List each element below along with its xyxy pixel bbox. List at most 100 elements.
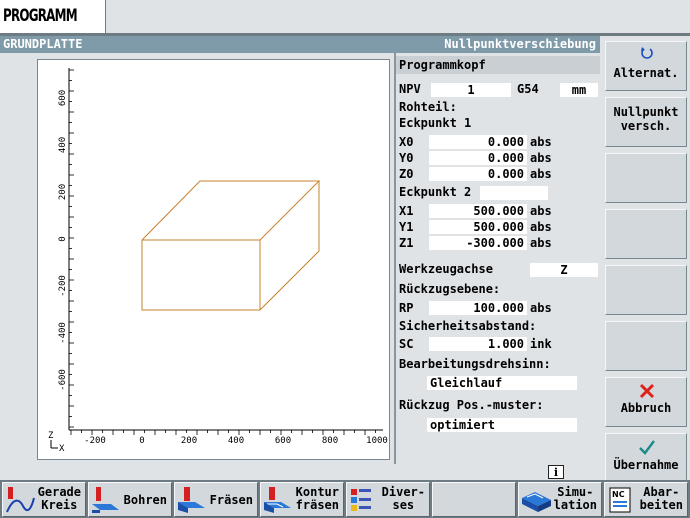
- y-tick-label: 400: [58, 137, 68, 153]
- x1-field[interactable]: 500.000: [429, 204, 527, 218]
- svg-text:NC: NC: [612, 490, 625, 499]
- npv-code: G54: [517, 82, 539, 96]
- line-arc-icon: [6, 487, 35, 513]
- y0-field[interactable]: 0.000: [429, 151, 527, 165]
- fraesen-button[interactable]: Fräsen: [174, 482, 258, 517]
- x-tick-label: 0: [139, 436, 144, 446]
- y-tick-label: 0: [58, 236, 68, 241]
- y0-label: Y0: [399, 151, 414, 165]
- box-front-face: [141, 239, 261, 311]
- x-tick-label: 1000: [366, 436, 388, 446]
- nc-program-icon: NC: [609, 487, 631, 513]
- sicherheitsabstand-label: Sicherheitsabstand:: [399, 319, 537, 333]
- checkmark-icon: [639, 440, 655, 455]
- abbruch-button[interactable]: Abbruch: [605, 377, 687, 427]
- info-icon[interactable]: i: [548, 465, 564, 479]
- uebernahme-button[interactable]: Übernahme: [605, 433, 687, 483]
- nullpunkt-button[interactable]: Nullpunkt versch.: [605, 97, 687, 147]
- dialog-title: Nullpunktverschiebung: [444, 37, 596, 51]
- x-tick-label: 800: [322, 436, 338, 446]
- softkey-empty-3[interactable]: [605, 153, 687, 203]
- x-ticks: -200 0 200 400 600 800 1000: [70, 430, 388, 446]
- y-tick-label: 600: [58, 90, 68, 106]
- bohren-button[interactable]: Bohren: [88, 482, 172, 517]
- mill-icon: [178, 487, 205, 513]
- workpiece-box: [141, 180, 321, 311]
- sc-mode[interactable]: ink: [530, 337, 552, 351]
- kontur-fraesen-button[interactable]: Kontur fräsen: [260, 482, 344, 517]
- y-tick-label: -400: [58, 322, 68, 344]
- drehsinn-field[interactable]: Gleichlauf: [427, 376, 577, 390]
- rueckzug-pos-label: Rückzug Pos.-muster:: [399, 398, 544, 412]
- alternat-button[interactable]: Alternat.: [605, 41, 687, 91]
- sc-field[interactable]: 1.000: [429, 337, 527, 351]
- y-tick-label: -600: [58, 369, 68, 391]
- eckpunkt2-field[interactable]: [480, 186, 548, 200]
- box-top-face: [141, 180, 321, 241]
- contour-mill-icon: [264, 487, 291, 513]
- npv-field[interactable]: 1: [431, 83, 511, 97]
- x-tick-label: 200: [181, 436, 197, 446]
- parameter-form: Programmkopf NPV 1 G54 mm Rohteil: Eckpu…: [394, 53, 600, 464]
- x0-field[interactable]: 0.000: [429, 135, 527, 149]
- x0-mode[interactable]: abs: [530, 135, 552, 149]
- werkzeugachse-field[interactable]: Z: [530, 263, 598, 277]
- simulation-button[interactable]: Simu-lation: [518, 482, 602, 517]
- box-side-face: [259, 181, 320, 311]
- x-tick-label: 400: [228, 436, 244, 446]
- x0-label: X0: [399, 135, 414, 149]
- axis-z-label: Z: [48, 431, 54, 441]
- uebernahme-label: Übernahme: [613, 458, 679, 472]
- eckpunkt1-label: Eckpunkt 1: [399, 116, 472, 130]
- form-title: Programmkopf: [396, 56, 600, 74]
- cancel-x-icon: [639, 383, 655, 399]
- rueckzugsebene-label: Rückzugsebene:: [399, 282, 501, 296]
- rohteil-label: Rohteil:: [399, 100, 457, 114]
- program-name: GRUNDPLATTE: [3, 37, 83, 51]
- rp-mode[interactable]: abs: [530, 301, 552, 315]
- rp-field[interactable]: 100.000: [429, 301, 527, 315]
- drill-icon: [92, 487, 119, 513]
- abbruch-label: Abbruch: [620, 401, 672, 415]
- message-line: [0, 464, 600, 480]
- y1-mode[interactable]: abs: [530, 220, 552, 234]
- softkey-empty-6[interactable]: [605, 321, 687, 371]
- rueckzug-pos-field[interactable]: optimiert: [427, 418, 577, 432]
- x-tick-label: -200: [84, 436, 106, 446]
- simulation-icon: [522, 492, 551, 512]
- werkzeugachse-label: Werkzeugachse: [399, 262, 493, 276]
- nullpunkt-label: Nullpunkt versch.: [613, 105, 679, 133]
- alternat-label: Alternat.: [613, 66, 679, 80]
- softkey-empty-bottom[interactable]: [432, 482, 516, 517]
- z0-field[interactable]: 0.000: [429, 167, 527, 181]
- toggle-arrow-icon: [641, 47, 653, 59]
- softkey-empty-5[interactable]: [605, 265, 687, 315]
- drehsinn-label: Bearbeitungsdrehsinn:: [399, 357, 551, 371]
- gerade-kreis-button[interactable]: Gerade Kreis: [2, 482, 86, 517]
- y-ticks: 600 400 200 0 -200 -400 -600: [58, 69, 74, 428]
- x-tick-label: 600: [275, 436, 291, 446]
- workpiece-graphic: 600 400 200 0 -200 -400 -600 -200 0 200 400 600 800…: [37, 59, 390, 460]
- y-tick-label: 200: [58, 184, 68, 200]
- header-bar: GRUNDPLATTE Nullpunktverschiebung: [0, 36, 600, 53]
- sc-label: SC: [399, 337, 414, 351]
- npv-label: NPV: [399, 82, 421, 96]
- y0-mode[interactable]: abs: [530, 151, 552, 165]
- z0-label: Z0: [399, 167, 414, 181]
- softkey-empty-4[interactable]: [605, 209, 687, 259]
- abarbeiten-button[interactable]: NC Abar-beiten: [604, 482, 688, 517]
- workpiece-svg: 600 400 200 0 -200 -400 -600 -200 0 200 400 600 800…: [48, 68, 388, 454]
- axis-x-label: X: [59, 444, 65, 454]
- diverses-button[interactable]: Diver-ses: [346, 482, 430, 517]
- y-tick-label: -200: [58, 275, 68, 297]
- rp-label: RP: [399, 301, 414, 315]
- z0-mode[interactable]: abs: [530, 167, 552, 181]
- window-title: PROGRAMM: [0, 0, 106, 35]
- y1-field[interactable]: 500.000: [429, 220, 527, 234]
- z1-mode[interactable]: abs: [530, 236, 552, 250]
- unit-field[interactable]: mm: [560, 83, 598, 97]
- z1-field[interactable]: -300.000: [429, 236, 527, 250]
- eckpunkt2-label: Eckpunkt 2: [399, 185, 472, 199]
- z1-label: Z1: [399, 236, 414, 250]
- x1-mode[interactable]: abs: [530, 204, 552, 218]
